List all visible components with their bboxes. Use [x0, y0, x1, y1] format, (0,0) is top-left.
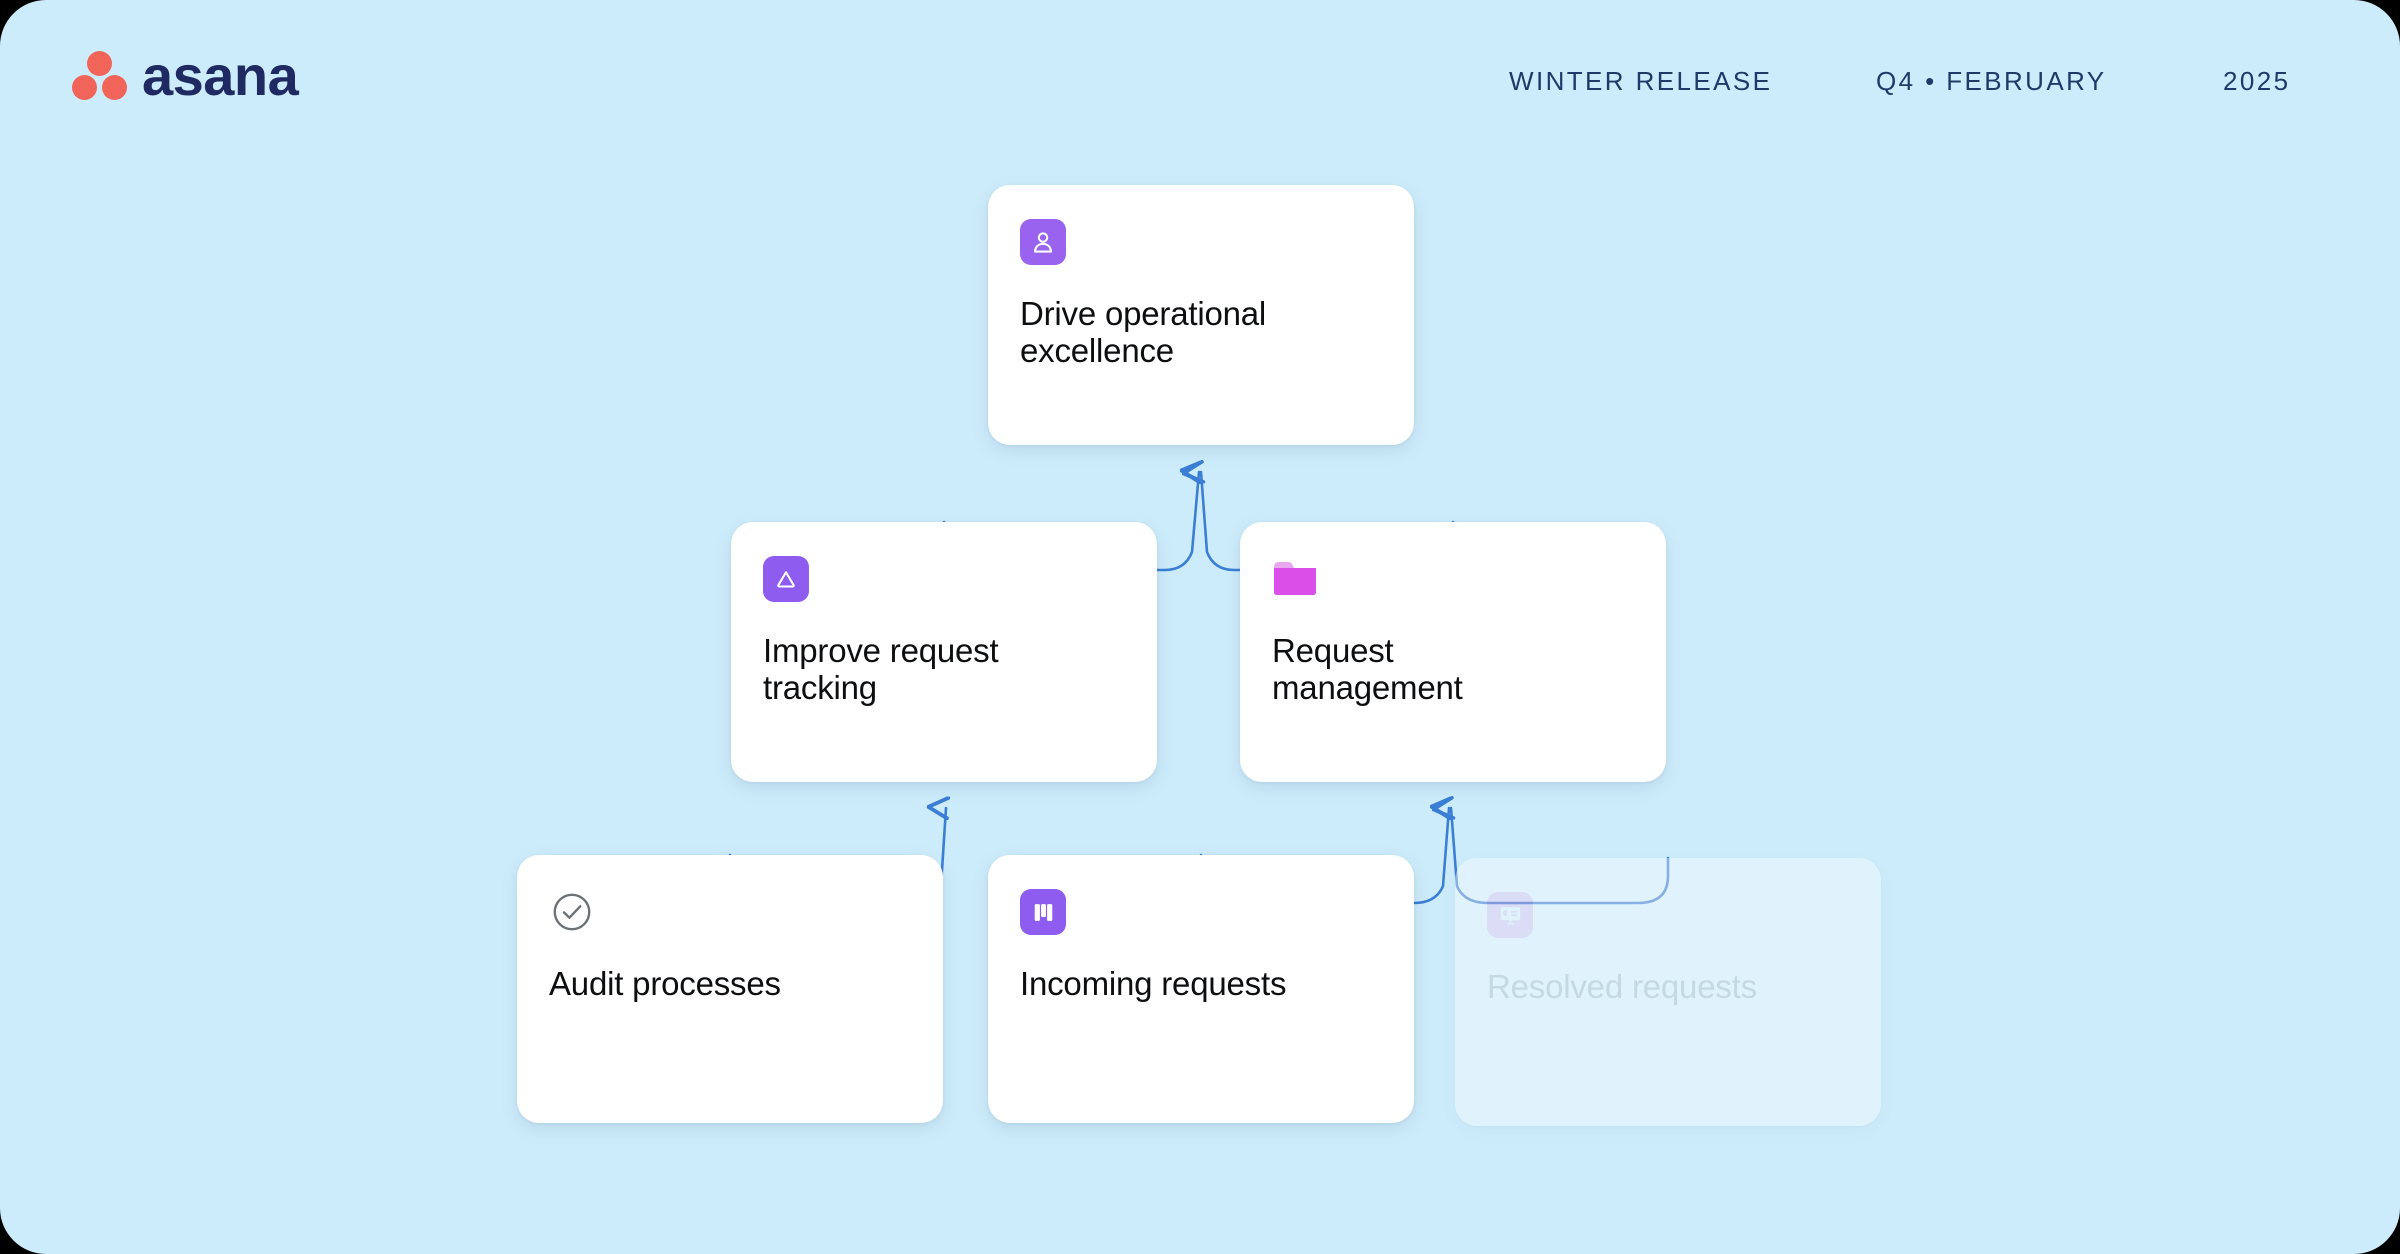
- subgoal-card-improve-request-tracking[interactable]: Improve request tracking: [731, 522, 1157, 782]
- logo-dot-left: [72, 75, 97, 100]
- dashboard-presentation-icon: [1487, 892, 1533, 938]
- logo-dot-right: [102, 75, 127, 100]
- subgoal-triangle-icon: [763, 556, 809, 602]
- task-check-circle-icon: [549, 889, 595, 935]
- page-header: asana WINTER RELEASE Q4 • FEBRUARY 2025: [0, 0, 2400, 170]
- asana-wordmark: asana: [142, 44, 299, 107]
- project-card-resolved-requests[interactable]: Resolved requests: [1455, 858, 1881, 1126]
- asana-dots-logo-icon: [72, 51, 128, 101]
- goal-card-title: Drive operational excellence: [1020, 295, 1267, 369]
- header-year-label: 2025: [2223, 66, 2291, 96]
- diagram-canvas: asana WINTER RELEASE Q4 • FEBRUARY 2025: [0, 0, 2400, 1254]
- project-card-title: Resolved requests: [1487, 968, 1757, 1005]
- screenshot-stage: asana WINTER RELEASE Q4 • FEBRUARY 2025: [0, 0, 2400, 1254]
- header-release-label: WINTER RELEASE: [1509, 66, 1773, 96]
- goal-person-icon: [1020, 219, 1066, 265]
- project-card-incoming-requests[interactable]: Incoming requests: [988, 855, 1414, 1123]
- header-period-label: Q4 • FEBRUARY: [1876, 66, 2107, 96]
- board-columns-icon: [1020, 889, 1066, 935]
- goal-card-drive-operational-excellence[interactable]: Drive operational excellence: [988, 185, 1414, 445]
- portfolio-card-title: Request management: [1272, 632, 1463, 706]
- task-card-title: Audit processes: [549, 965, 781, 1002]
- task-card-audit-processes[interactable]: Audit processes: [517, 855, 943, 1123]
- logo-dot-top: [87, 51, 112, 76]
- asana-logo[interactable]: asana: [72, 44, 299, 107]
- project-card-title: Incoming requests: [1020, 965, 1287, 1002]
- folder-icon: [1272, 556, 1318, 602]
- portfolio-card-request-management[interactable]: Request management: [1240, 522, 1666, 782]
- subgoal-card-title: Improve request tracking: [763, 632, 999, 706]
